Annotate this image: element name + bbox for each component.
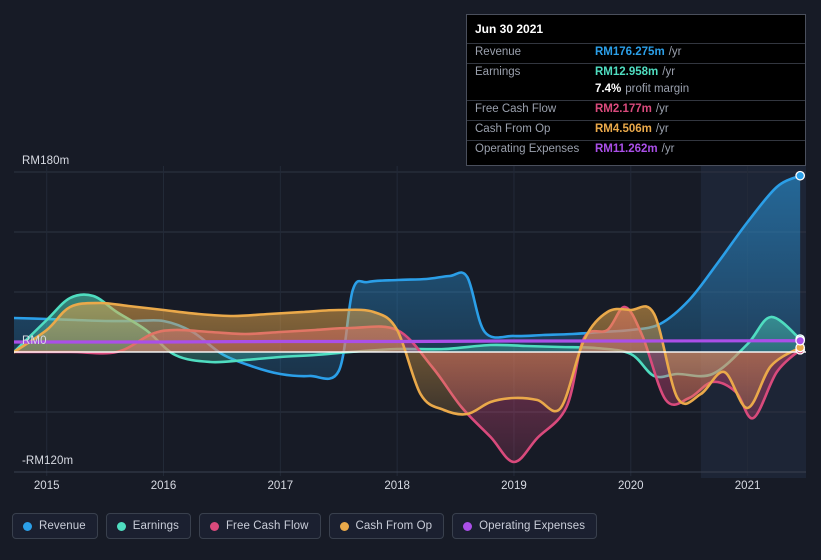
- legend-color-dot-icon: [116, 521, 126, 531]
- tooltip-row-label: Revenue: [475, 46, 522, 58]
- legend-item-label: Cash From Op: [355, 520, 433, 532]
- legend-item-free-cash-flow[interactable]: Free Cash Flow: [198, 513, 321, 539]
- tooltip-row-value: 7.4%: [595, 83, 622, 95]
- tooltip-row-value: RM11.262m: [595, 143, 658, 155]
- legend-color-dot-icon: [23, 521, 32, 531]
- tooltip-row: 7.4% profit margin: [467, 83, 805, 100]
- endpoint-marker-revenue[interactable]: [795, 170, 806, 181]
- tooltip-row: Operating Expenses RM11.262m/yr: [467, 140, 805, 160]
- data-tooltip: Jun 30 2021 Revenue RM176.275m/yr Earnings…: [466, 14, 806, 166]
- tooltip-row-label: Operating Expenses: [475, 143, 580, 155]
- tooltip-row-unit: profit margin: [625, 83, 690, 95]
- legend-color-dot-icon: [339, 521, 349, 531]
- tooltip-row-value: RM4.506m: [595, 123, 652, 135]
- tooltip-rows: Revenue RM176.275m/yr Earnings RM12.958m/yr…: [467, 43, 805, 160]
- legend-item-earnings[interactable]: Earnings: [105, 513, 191, 539]
- series-line-operating-expenses[interactable]: [14, 339, 802, 344]
- legend-color-dot-icon: [463, 521, 473, 531]
- endpoint-marker-operating-expenses[interactable]: [795, 335, 806, 346]
- tooltip-row-unit: /yr: [655, 123, 669, 135]
- tooltip-row-value: RM2.177m: [595, 103, 652, 115]
- legend-item-label: Free Cash Flow: [225, 520, 309, 532]
- tooltip-row-label: Free Cash Flow: [475, 103, 557, 115]
- legend-item-label: Revenue: [39, 520, 86, 532]
- tooltip-row-label: Earnings: [475, 66, 521, 78]
- legend-color-dot-icon: [209, 521, 219, 531]
- legend-item-label: Operating Expenses: [479, 520, 586, 532]
- financial-chart-page: RM180m RM0 -RM120m 2015 2016 2017 2018 2019 2…: [0, 0, 821, 560]
- tooltip-row: Revenue RM176.275m/yr: [467, 43, 805, 63]
- tooltip-row: Free Cash Flow RM2.177m/yr: [467, 100, 805, 120]
- tooltip-date: Jun 30 2021: [475, 22, 544, 36]
- tooltip-row: Cash From Op RM4.506m/yr: [467, 120, 805, 140]
- tooltip-row: Earnings RM12.958m/yr: [467, 63, 805, 83]
- tooltip-row-unit: /yr: [668, 46, 682, 58]
- legend-item-operating-expenses[interactable]: Operating Expenses: [452, 513, 598, 539]
- legend-item-revenue[interactable]: Revenue: [12, 513, 98, 539]
- tooltip-row-value: RM12.958m: [595, 66, 659, 78]
- legend-item-cash-from-op[interactable]: Cash From Op: [328, 513, 445, 539]
- tooltip-row-unit: /yr: [655, 103, 669, 115]
- tooltip-row-unit: /yr: [661, 143, 675, 155]
- legend-item-label: Earnings: [132, 520, 179, 532]
- tooltip-row-unit: /yr: [662, 66, 676, 78]
- tooltip-row-label: Cash From Op: [475, 123, 551, 135]
- chart-legend[interactable]: Revenue Earnings Free Cash Flow Cash From O…: [12, 513, 598, 539]
- tooltip-row-value: RM176.275m: [595, 46, 665, 58]
